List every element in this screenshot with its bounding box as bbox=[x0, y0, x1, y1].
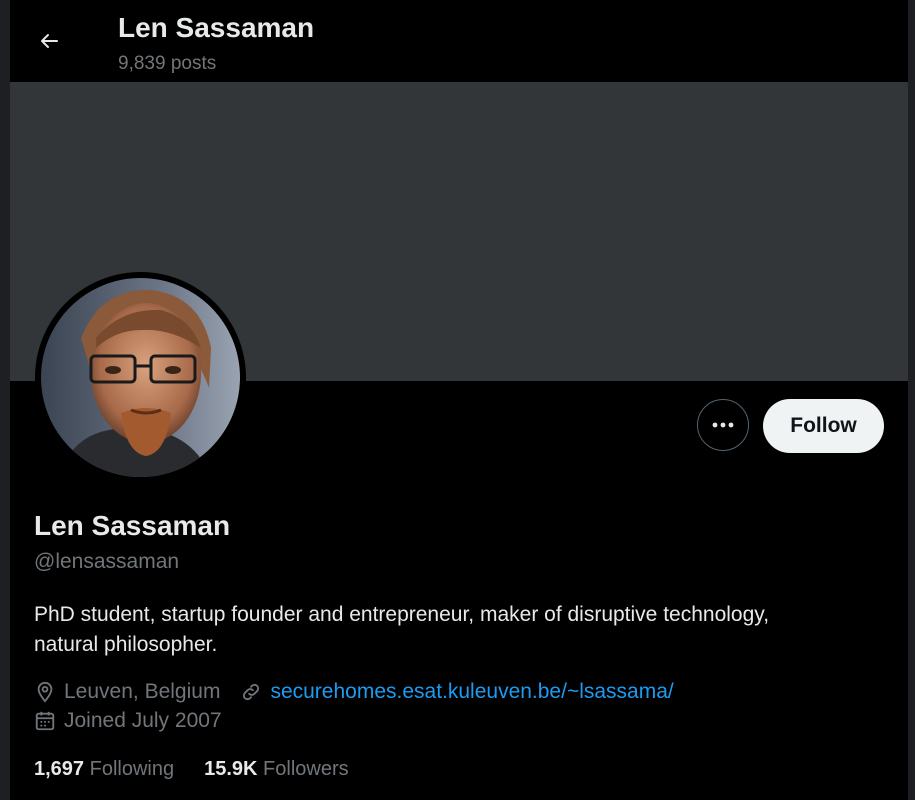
location-pin-icon bbox=[37, 681, 53, 703]
profile-column: Len Sassaman 9,839 posts Follow Len Sass… bbox=[10, 0, 908, 800]
profile-meta-row: Leuven, Belgium securehomes.esat.kuleuve… bbox=[34, 680, 674, 704]
follow-button[interactable]: Follow bbox=[763, 399, 884, 453]
header-title: Len Sassaman bbox=[118, 12, 315, 43]
post-count: 9,839 posts bbox=[118, 53, 217, 74]
user-handle: @lensassaman bbox=[34, 550, 180, 573]
joined-date: Joined July 2007 bbox=[64, 709, 222, 732]
following-count: 1,697 bbox=[34, 758, 85, 780]
avatar[interactable] bbox=[41, 278, 240, 477]
profile-meta-row: Joined July 2007 bbox=[34, 709, 222, 733]
following-link[interactable]: 1,697 Following bbox=[34, 758, 174, 781]
avatar-border bbox=[35, 272, 246, 483]
followers-label: Followers bbox=[263, 758, 349, 780]
back-button[interactable] bbox=[28, 20, 70, 62]
avatar-photo bbox=[41, 278, 240, 477]
profile-bio: PhD student, startup founder and entrepr… bbox=[34, 600, 874, 660]
ellipsis-icon bbox=[712, 422, 734, 428]
followers-count: 15.9K bbox=[204, 758, 258, 780]
more-options-button[interactable] bbox=[697, 399, 749, 451]
website-link[interactable]: securehomes.esat.kuleuven.be/~lsassama/ bbox=[270, 680, 673, 704]
arrow-left-icon bbox=[41, 34, 58, 48]
profile-header: Len Sassaman 9,839 posts bbox=[10, 0, 908, 82]
display-name: Len Sassaman bbox=[34, 510, 231, 541]
website-group: securehomes.esat.kuleuven.be/~lsassama/ bbox=[240, 680, 674, 704]
following-label: Following bbox=[89, 758, 175, 780]
followers-link[interactable]: 15.9K Followers bbox=[204, 758, 349, 781]
bio-line: PhD student, startup founder and entrepr… bbox=[34, 603, 770, 626]
follow-stats: 1,697 Following 15.9K Followers bbox=[34, 758, 379, 781]
app-window: Len Sassaman 9,839 posts Follow Len Sass… bbox=[0, 0, 915, 800]
location-text: Leuven, Belgium bbox=[64, 680, 221, 703]
link-icon bbox=[243, 683, 260, 701]
calendar-icon bbox=[35, 711, 55, 731]
bio-line: natural philosopher. bbox=[34, 633, 218, 656]
